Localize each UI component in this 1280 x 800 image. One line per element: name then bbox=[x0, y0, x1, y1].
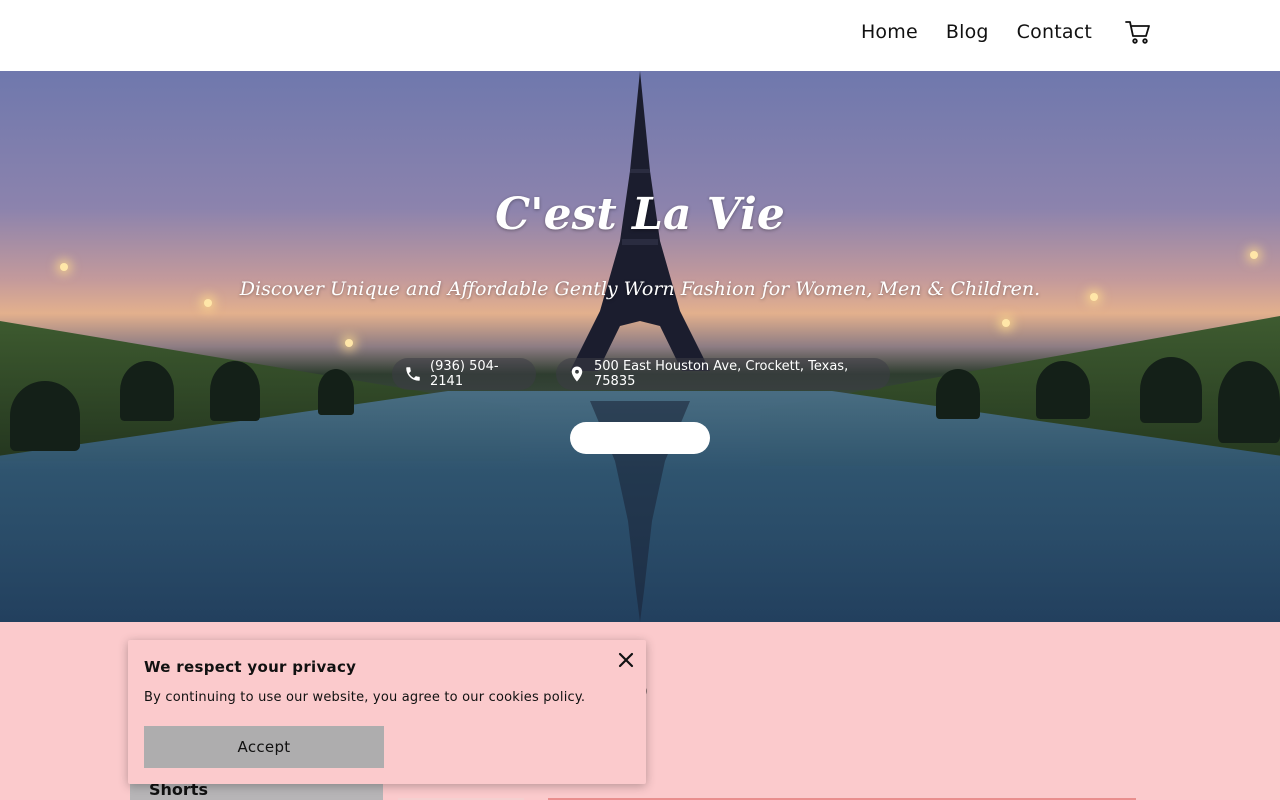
cart-icon[interactable] bbox=[1124, 18, 1152, 46]
cookie-text: By continuing to use our website, you ag… bbox=[144, 690, 586, 705]
hedge bbox=[1036, 361, 1090, 419]
hedge bbox=[1218, 361, 1280, 443]
main-nav: Home Blog Contact bbox=[861, 18, 1152, 46]
hedge bbox=[318, 369, 354, 415]
lamp-light bbox=[60, 263, 68, 271]
close-icon[interactable] bbox=[616, 650, 636, 670]
lamp-light bbox=[204, 299, 212, 307]
map-pin-icon bbox=[571, 366, 583, 382]
hero-cta-button[interactable] bbox=[570, 422, 710, 454]
lamp-light bbox=[345, 339, 353, 347]
cookie-title: We respect your privacy bbox=[144, 658, 357, 676]
cookie-consent-dialog: We respect your privacy By continuing to… bbox=[128, 640, 646, 784]
phone-number: (936) 504-2141 bbox=[430, 359, 499, 389]
hedge bbox=[1140, 357, 1202, 423]
lamp-light bbox=[1002, 319, 1010, 327]
address-pill[interactable]: 500 East Houston Ave, Crockett, Texas, 7… bbox=[556, 358, 890, 390]
hedge bbox=[120, 361, 174, 421]
hedge bbox=[936, 369, 980, 419]
phone-pill[interactable]: (936) 504-2141 bbox=[392, 358, 536, 390]
hero-banner: C'est La Vie Discover Unique and Afforda… bbox=[0, 71, 1280, 622]
phone-icon bbox=[406, 367, 420, 381]
hero-title: C'est La Vie bbox=[495, 189, 785, 240]
address-text: 500 East Houston Ave, Crockett, Texas, 7… bbox=[594, 359, 849, 389]
nav-home[interactable]: Home bbox=[861, 21, 918, 43]
lamp-light bbox=[1250, 251, 1258, 259]
site-header: Home Blog Contact bbox=[0, 0, 1280, 71]
nav-blog[interactable]: Blog bbox=[946, 21, 989, 43]
hedge bbox=[210, 361, 260, 421]
accept-button[interactable]: Accept bbox=[144, 726, 384, 768]
hero-subtitle: Discover Unique and Affordable Gently Wo… bbox=[239, 278, 1041, 300]
hedge bbox=[10, 381, 80, 451]
nav-contact[interactable]: Contact bbox=[1017, 21, 1092, 43]
